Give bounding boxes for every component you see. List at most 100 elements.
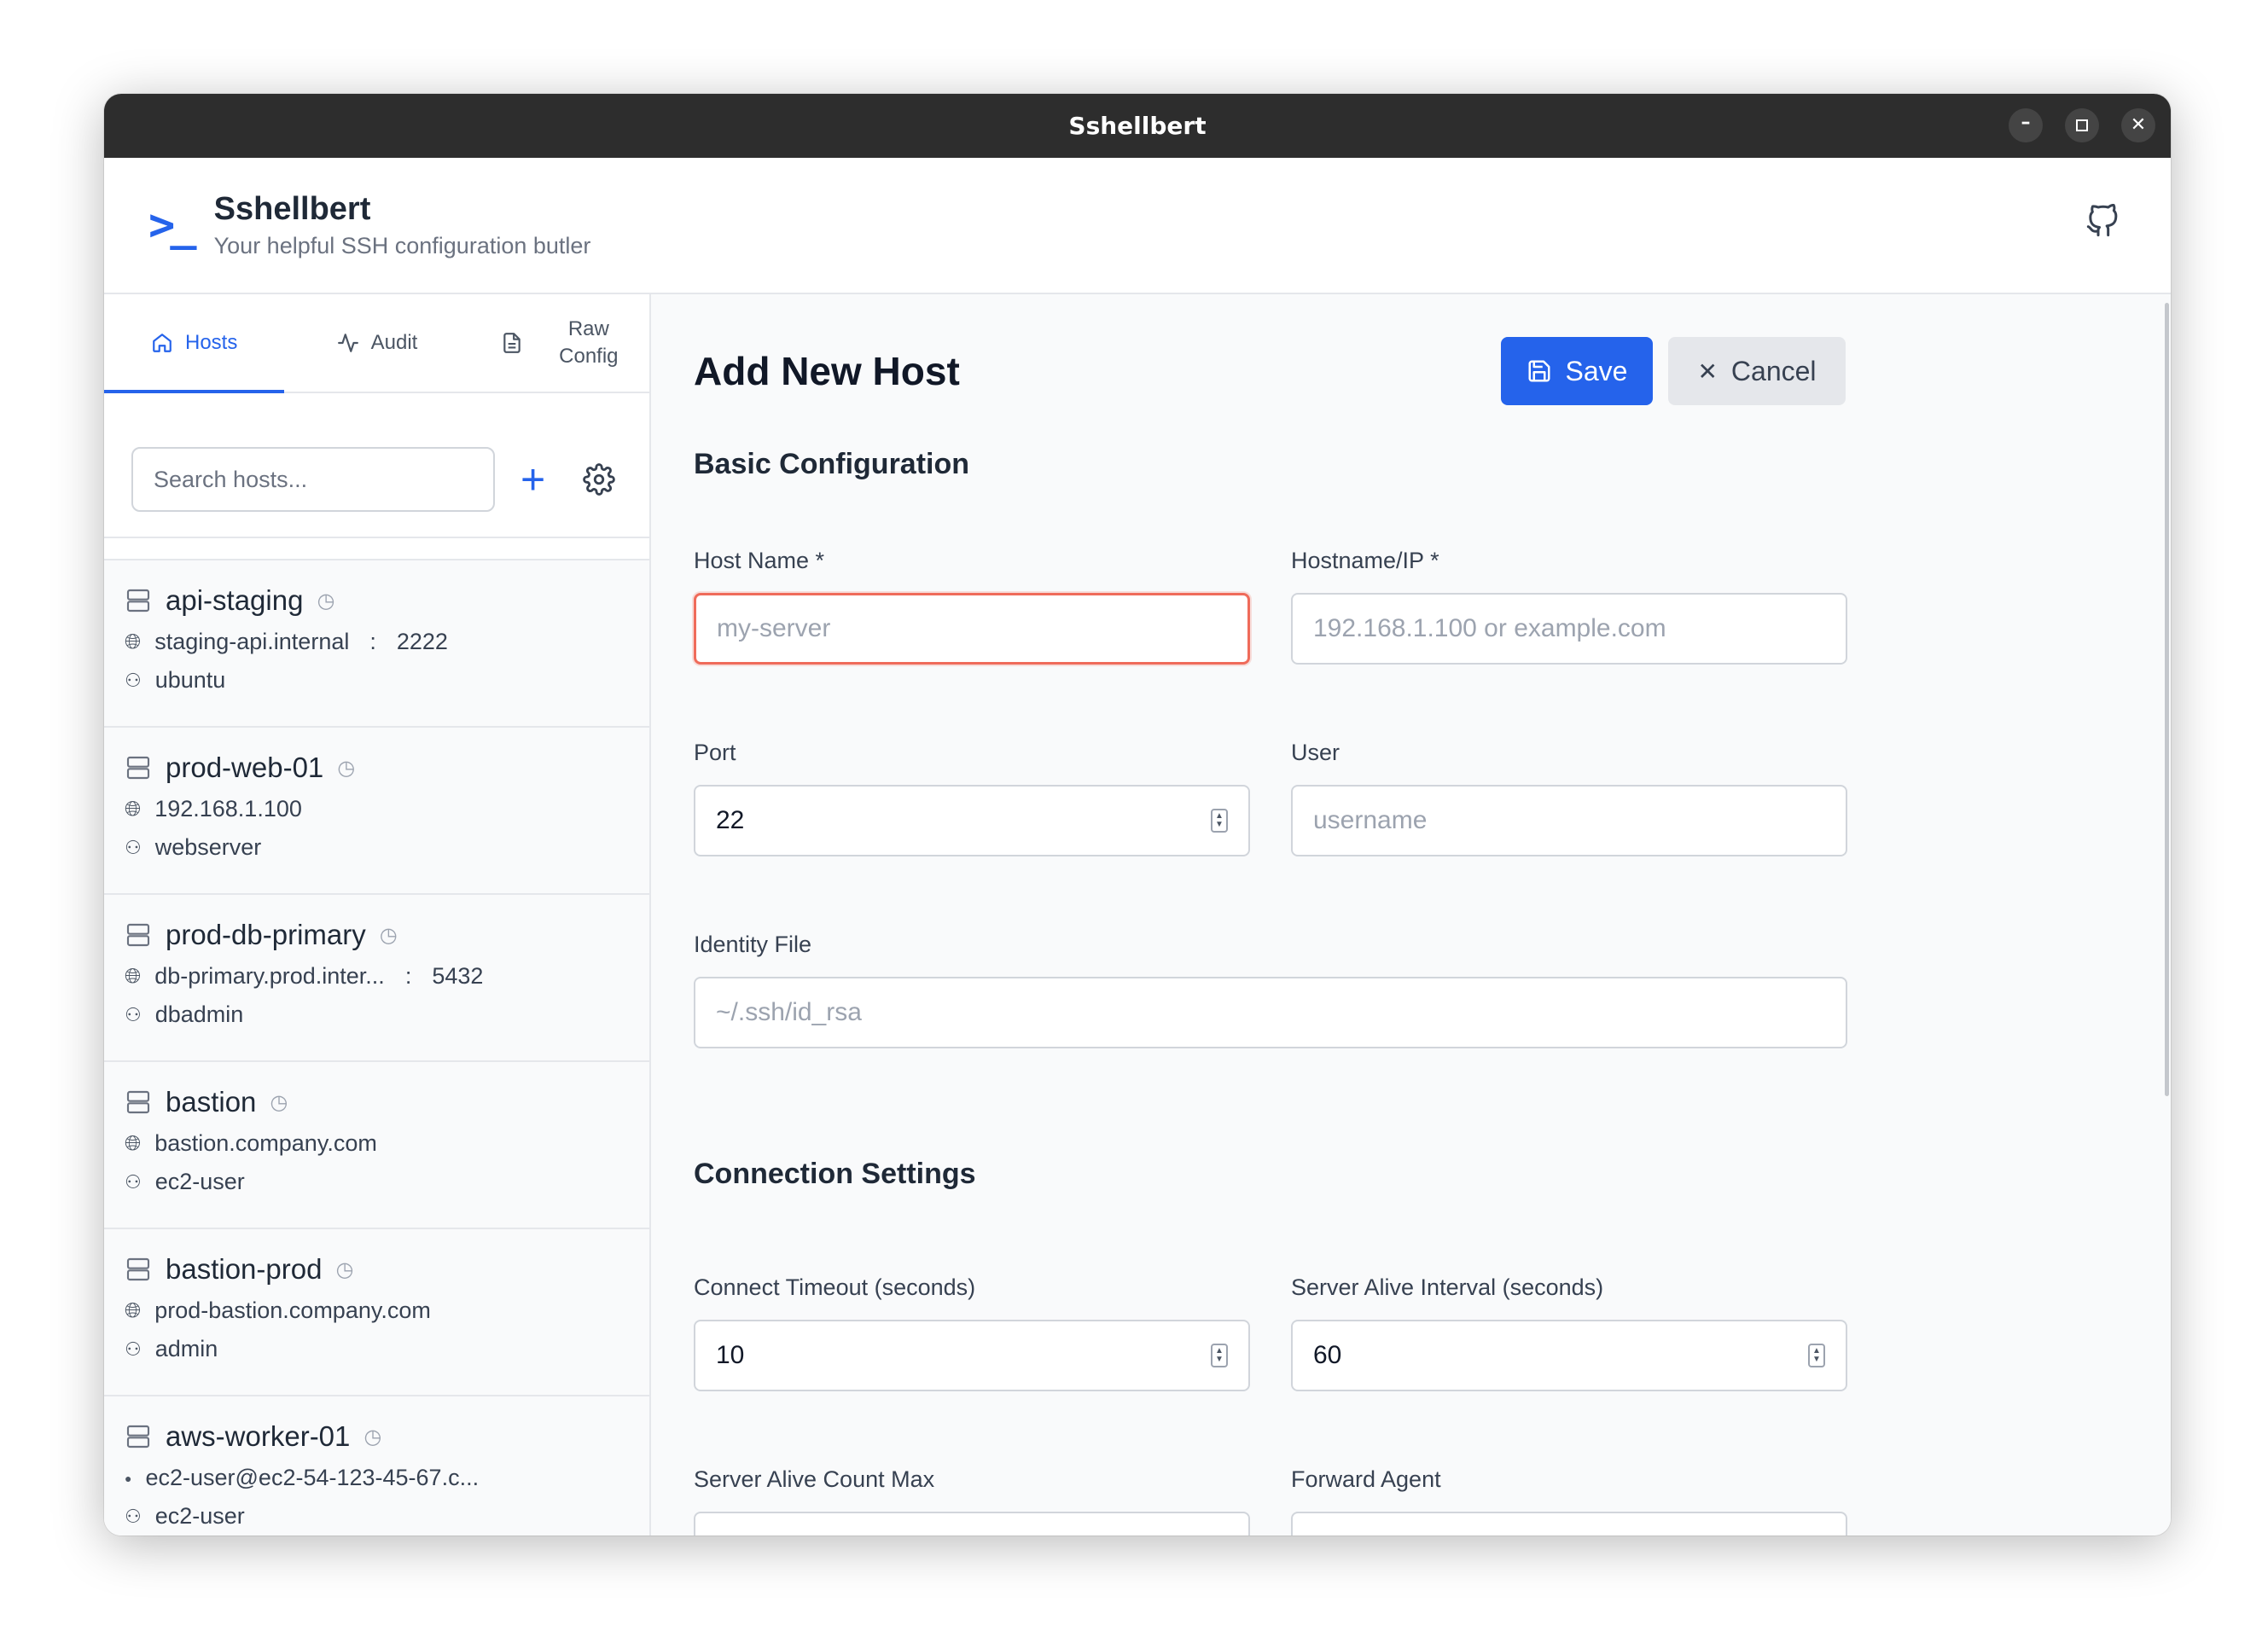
github-link[interactable] — [2085, 203, 2120, 242]
host-address: staging-api.internal — [154, 629, 350, 654]
connect-timeout-field: Connect Timeout (seconds) ▲▼ — [694, 1274, 1250, 1391]
forward-agent-select[interactable] — [1291, 1512, 1847, 1536]
user-icon: ⚇ — [125, 669, 142, 691]
user-icon: ⚇ — [125, 1505, 142, 1527]
identity-file-input[interactable] — [694, 977, 1847, 1048]
user-icon: ⚇ — [125, 1003, 142, 1025]
add-host-button[interactable]: + — [520, 458, 545, 501]
terminal-prompt-icon: >_ — [148, 200, 197, 251]
basic-config-title: Basic Configuration — [694, 448, 970, 480]
host-item-bastion-prod[interactable]: bastion-prod ◷ 🌐︎ prod-bastion.company.c… — [104, 1229, 649, 1396]
minimize-button[interactable]: – — [2009, 108, 2043, 142]
server-alive-count-max-input[interactable] — [694, 1512, 1250, 1536]
plus-icon: + — [520, 456, 546, 503]
close-icon: ✕ — [2130, 114, 2147, 136]
host-address: prod-bastion.company.com — [154, 1298, 431, 1323]
tab-audit-label: Audit — [370, 331, 418, 354]
port-separator: : — [369, 629, 376, 654]
search-input[interactable] — [131, 447, 495, 512]
tab-raw-config-label-line1: Raw — [567, 317, 609, 340]
minimize-icon: – — [2021, 112, 2031, 133]
clock-icon: ◷ — [337, 756, 356, 780]
host-item-prod-db-primary[interactable]: prod-db-primary ◷ 🌐︎ db-primary.prod.int… — [104, 895, 649, 1062]
page-title: Add New Host — [694, 349, 960, 393]
globe-icon: 🌐︎ — [125, 1131, 142, 1155]
server-icon — [126, 923, 150, 947]
cancel-button[interactable]: ✕ Cancel — [1668, 337, 1846, 405]
save-button[interactable]: Save — [1501, 337, 1653, 405]
user-input[interactable] — [1291, 785, 1847, 856]
port-label: Port — [694, 740, 736, 765]
basic-config-form: Host Name * Hostname/IP * Port ▲▼ User — [694, 548, 2171, 1048]
globe-icon: 🌐︎ — [125, 964, 142, 988]
server-alive-interval-label: Server Alive Interval (seconds) — [1291, 1274, 1604, 1300]
user-icon: ⚇ — [125, 1338, 142, 1360]
host-item-prod-web-01[interactable]: prod-web-01 ◷ 🌐︎ 192.168.1.100 ⚇ webserv… — [104, 728, 649, 895]
clock-icon: ◷ — [363, 1425, 382, 1449]
window-controls: – ✕ — [2009, 108, 2155, 142]
form-actions: Save ✕ Cancel — [1501, 337, 1846, 405]
port-stepper[interactable]: ▲ ▼ — [1211, 809, 1228, 833]
cancel-label: Cancel — [1730, 355, 1817, 386]
host-user: ubuntu — [154, 667, 226, 693]
host-name: prod-web-01 — [166, 752, 324, 783]
hostname-ip-label: Hostname/IP * — [1291, 548, 1439, 573]
server-alive-interval-input[interactable] — [1291, 1320, 1847, 1391]
clock-icon: ◷ — [379, 923, 398, 947]
file-icon — [503, 333, 520, 353]
server-icon — [126, 1425, 150, 1449]
globe-icon: 🌐︎ — [125, 630, 142, 653]
window-titlebar: Sshellbert – ✕ — [104, 94, 2171, 158]
main-header: Add New Host Save ✕ Cancel — [694, 337, 1846, 405]
server-alive-count-max-field: Server Alive Count Max — [694, 1466, 1250, 1536]
port-field: Port ▲▼ — [694, 740, 1250, 856]
tab-raw-config[interactable]: Raw Config — [470, 294, 649, 392]
sidebar: Hosts Audit Raw Config + — [104, 294, 651, 1536]
host-address: ec2-user@ec2-54-123-45-67.c... — [145, 1465, 480, 1490]
globe-icon: 🌐︎ — [125, 797, 142, 821]
main-scrollbar[interactable] — [2165, 303, 2169, 1096]
host-name-field: Host Name * — [694, 548, 1250, 665]
host-item-aws-worker-01[interactable]: aws-worker-01 ◷ ● ec2-user@ec2-54-123-45… — [104, 1396, 649, 1536]
connect-timeout-stepper[interactable]: ▲ ▼ — [1211, 1344, 1228, 1367]
settings-button[interactable] — [583, 463, 615, 496]
search-row: + — [104, 393, 649, 538]
host-name: api-staging — [166, 584, 304, 616]
tab-hosts[interactable]: Hosts — [104, 294, 285, 393]
server-icon — [126, 589, 150, 612]
server-alive-interval-stepper[interactable]: ▲ ▼ — [1808, 1344, 1825, 1367]
host-user: webserver — [154, 834, 262, 860]
globe-icon: 🌐︎ — [125, 1298, 142, 1322]
identity-file-field: Identity File — [694, 932, 1847, 1048]
host-name: aws-worker-01 — [166, 1420, 351, 1452]
host-address: bastion.company.com — [154, 1130, 377, 1156]
server-alive-count-max-label: Server Alive Count Max — [694, 1466, 935, 1492]
host-item-api-staging[interactable]: api-staging ◷ 🌐︎ staging-api.internal : … — [104, 560, 649, 728]
window-title: Sshellbert — [1068, 112, 1207, 140]
tab-audit[interactable]: Audit — [284, 294, 469, 392]
app-subtitle: Your helpful SSH configuration butler — [213, 233, 591, 258]
app-title: Sshellbert — [213, 191, 371, 227]
connect-timeout-input[interactable] — [694, 1320, 1250, 1391]
clock-icon: ◷ — [335, 1257, 354, 1281]
host-item-bastion[interactable]: bastion ◷ 🌐︎ bastion.company.com ⚇ ec2-u… — [104, 1062, 649, 1229]
home-icon — [153, 334, 172, 352]
port-input[interactable] — [694, 785, 1250, 856]
connect-timeout-label: Connect Timeout (seconds) — [694, 1274, 976, 1300]
close-window-button[interactable]: ✕ — [2121, 108, 2155, 142]
host-user: ec2-user — [154, 1169, 245, 1194]
host-address: 192.168.1.100 — [154, 796, 302, 822]
app-branding: Sshellbert Your helpful SSH configuratio… — [214, 191, 591, 259]
tab-hosts-label: Hosts — [184, 331, 238, 354]
host-name-label: Host Name * — [694, 548, 825, 573]
hostname-ip-input[interactable] — [1291, 593, 1847, 665]
host-name-input[interactable] — [694, 593, 1250, 665]
host-name: prod-db-primary — [166, 919, 366, 950]
user-label: User — [1291, 740, 1340, 765]
port-separator: : — [404, 963, 412, 989]
maximize-button[interactable] — [2065, 108, 2099, 142]
host-port: 5432 — [432, 963, 484, 989]
tab-raw-config-label-line2: Config — [559, 345, 619, 368]
connection-settings-form: Connect Timeout (seconds) ▲▼ Server Aliv… — [694, 1274, 2171, 1536]
identity-file-label: Identity File — [694, 932, 812, 957]
